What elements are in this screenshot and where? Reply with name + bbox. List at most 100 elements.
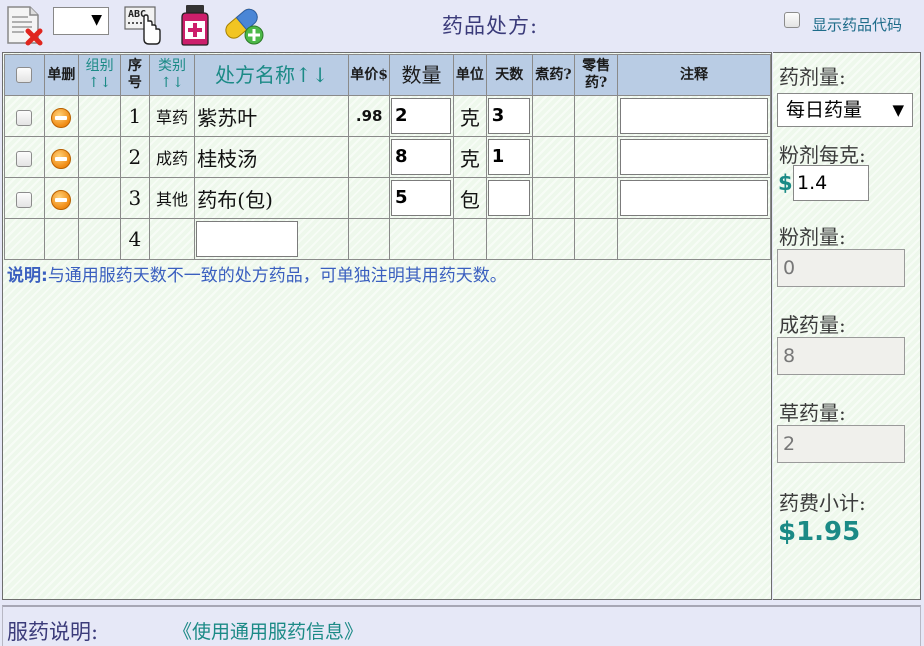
table-row: 4	[4, 218, 772, 260]
header-unit: 单位	[453, 54, 487, 96]
delete-row-icon[interactable]	[51, 148, 72, 169]
retail-cell[interactable]	[574, 95, 618, 137]
empty-cell	[43, 218, 80, 260]
powder-amount-label: 粉剂量:	[779, 225, 846, 249]
price-cell: .98	[348, 95, 391, 137]
dose-label: 药剂量:	[779, 65, 846, 89]
decoct-cell[interactable]	[531, 136, 576, 178]
retail-cell[interactable]	[574, 177, 618, 219]
note-input[interactable]	[619, 98, 768, 134]
use-general-info-link[interactable]: 《使用通用服药信息》	[173, 617, 363, 644]
seq-cell: 1	[119, 95, 150, 137]
header-delete: 单删	[43, 54, 80, 96]
table-row: 2 成药 桂枝汤 8 克 1	[4, 136, 772, 178]
herb-amount-field: 2	[777, 425, 905, 463]
drug-name-cell[interactable]: 紫苏叶	[194, 95, 350, 137]
medicine-bottle-icon[interactable]	[174, 3, 216, 46]
qty-input[interactable]: 5	[391, 180, 452, 216]
category-cell: 成药	[148, 136, 196, 178]
prescription-table: 单删 组别↑↓ 序号 类别↑↓ 处方名称↑↓ 单价$ 数量 单位 天数 煮药? …	[4, 54, 772, 260]
delete-row-icon[interactable]	[51, 189, 72, 210]
header-name-sort[interactable]: 处方名称↑↓	[194, 54, 350, 96]
show-code-checkbox[interactable]	[784, 12, 800, 28]
header-days: 天数	[485, 54, 533, 96]
currency-symbol: $	[778, 171, 793, 195]
row-checkbox[interactable]	[16, 150, 33, 167]
spell-check-icon[interactable]: ABC	[122, 3, 164, 45]
days-input[interactable]	[487, 180, 530, 216]
note-input[interactable]	[619, 139, 768, 175]
page-title: 药品处方:	[442, 14, 539, 38]
chevron-down-icon: ▼	[892, 101, 904, 119]
add-capsule-icon[interactable]	[220, 3, 264, 45]
toolbar-select[interactable]: ▼	[53, 7, 109, 35]
header-price: 单价$	[348, 54, 391, 96]
decoct-cell[interactable]	[531, 177, 576, 219]
patent-amount-field: 8	[777, 337, 905, 375]
powder-per-gram-input[interactable]: 1.4	[793, 165, 869, 201]
days-input[interactable]: 3	[487, 98, 530, 134]
header-notes: 注释	[616, 54, 772, 96]
qty-input[interactable]: 8	[391, 139, 452, 175]
drug-name-cell[interactable]: 桂枝汤	[194, 136, 350, 178]
header-qty: 数量	[389, 54, 454, 96]
table-row: 3 其他 药布(包) 5 包	[4, 177, 772, 219]
header-group-sort[interactable]: 组别↑↓	[78, 54, 121, 96]
powder-amount-field: 0	[777, 249, 905, 287]
header-seq: 序号	[119, 54, 150, 96]
instruction-note-label: 说明:	[7, 266, 48, 286]
note-cell	[616, 218, 772, 260]
dose-select-value: 每日药量	[786, 99, 863, 121]
retail-cell[interactable]	[574, 136, 618, 178]
medication-instructions-bar: 服药说明: 《使用通用服药信息》	[2, 605, 921, 646]
group-cell	[78, 136, 121, 178]
decoct-cell	[531, 218, 576, 260]
dose-select[interactable]: 每日药量 ▼	[777, 93, 913, 127]
price-cell	[348, 177, 391, 219]
instruction-note-text: 与通用服药天数不一致的处方药品，可单独注明其用药天数。	[47, 266, 507, 286]
herb-amount-label: 草药量:	[779, 401, 846, 425]
new-drug-input[interactable]	[196, 221, 299, 257]
instruction-note: 说明:与通用服药天数不一致的处方药品，可单独注明其用药天数。	[7, 261, 507, 286]
select-all-checkbox[interactable]	[16, 66, 33, 83]
days-input[interactable]: 1	[487, 139, 530, 175]
summary-panel: 药剂量: 每日药量 ▼ 粉剂每克: $ 1.4 粉剂量: 0 成药量: 8 草药…	[773, 52, 921, 600]
unit-cell: 克	[453, 95, 487, 137]
clear-prescription-icon[interactable]	[2, 3, 44, 46]
price-cell	[348, 136, 391, 178]
price-cell	[348, 218, 391, 260]
header-decoct: 煮药?	[531, 54, 576, 96]
category-cell	[148, 218, 196, 260]
header-retail: 零售药?	[574, 54, 618, 96]
note-input[interactable]	[619, 180, 768, 216]
header-category-sort[interactable]: 类别↑↓	[148, 54, 196, 96]
show-code-label: 显示药品代码	[812, 16, 903, 34]
toolbar: ▼ ABC 药品处方: 显示药品代码	[0, 0, 924, 50]
category-cell: 草药	[148, 95, 196, 137]
unit-cell: 克	[453, 136, 487, 178]
drug-name-cell[interactable]: 药布(包)	[194, 177, 350, 219]
seq-cell: 2	[119, 136, 150, 178]
table-row: 1 草药 紫苏叶 .98 2 克 3	[4, 95, 772, 137]
fee-subtotal: $1.95	[778, 517, 861, 547]
group-cell	[78, 218, 121, 260]
seq-cell: 4	[119, 218, 150, 260]
fee-label: 药费小计:	[779, 491, 866, 515]
table-header-row: 单删 组别↑↓ 序号 类别↑↓ 处方名称↑↓ 单价$ 数量 单位 天数 煮药? …	[4, 54, 772, 96]
medication-instructions-label: 服药说明:	[7, 620, 99, 644]
prescription-panel: 单删 组别↑↓ 序号 类别↑↓ 处方名称↑↓ 单价$ 数量 单位 天数 煮药? …	[2, 52, 772, 600]
select-all-cell	[4, 54, 45, 96]
qty-input[interactable]: 2	[391, 98, 452, 134]
unit-cell	[453, 218, 487, 260]
retail-cell	[574, 218, 618, 260]
delete-row-icon[interactable]	[51, 107, 72, 128]
row-checkbox[interactable]	[16, 191, 33, 208]
powder-per-gram-label: 粉剂每克:	[779, 143, 866, 167]
unit-cell: 包	[453, 177, 487, 219]
seq-cell: 3	[119, 177, 150, 219]
category-cell: 其他	[148, 177, 196, 219]
decoct-cell[interactable]	[531, 95, 576, 137]
patent-amount-label: 成药量:	[779, 313, 846, 337]
chevron-down-icon: ▼	[91, 12, 102, 28]
row-checkbox[interactable]	[16, 109, 33, 126]
